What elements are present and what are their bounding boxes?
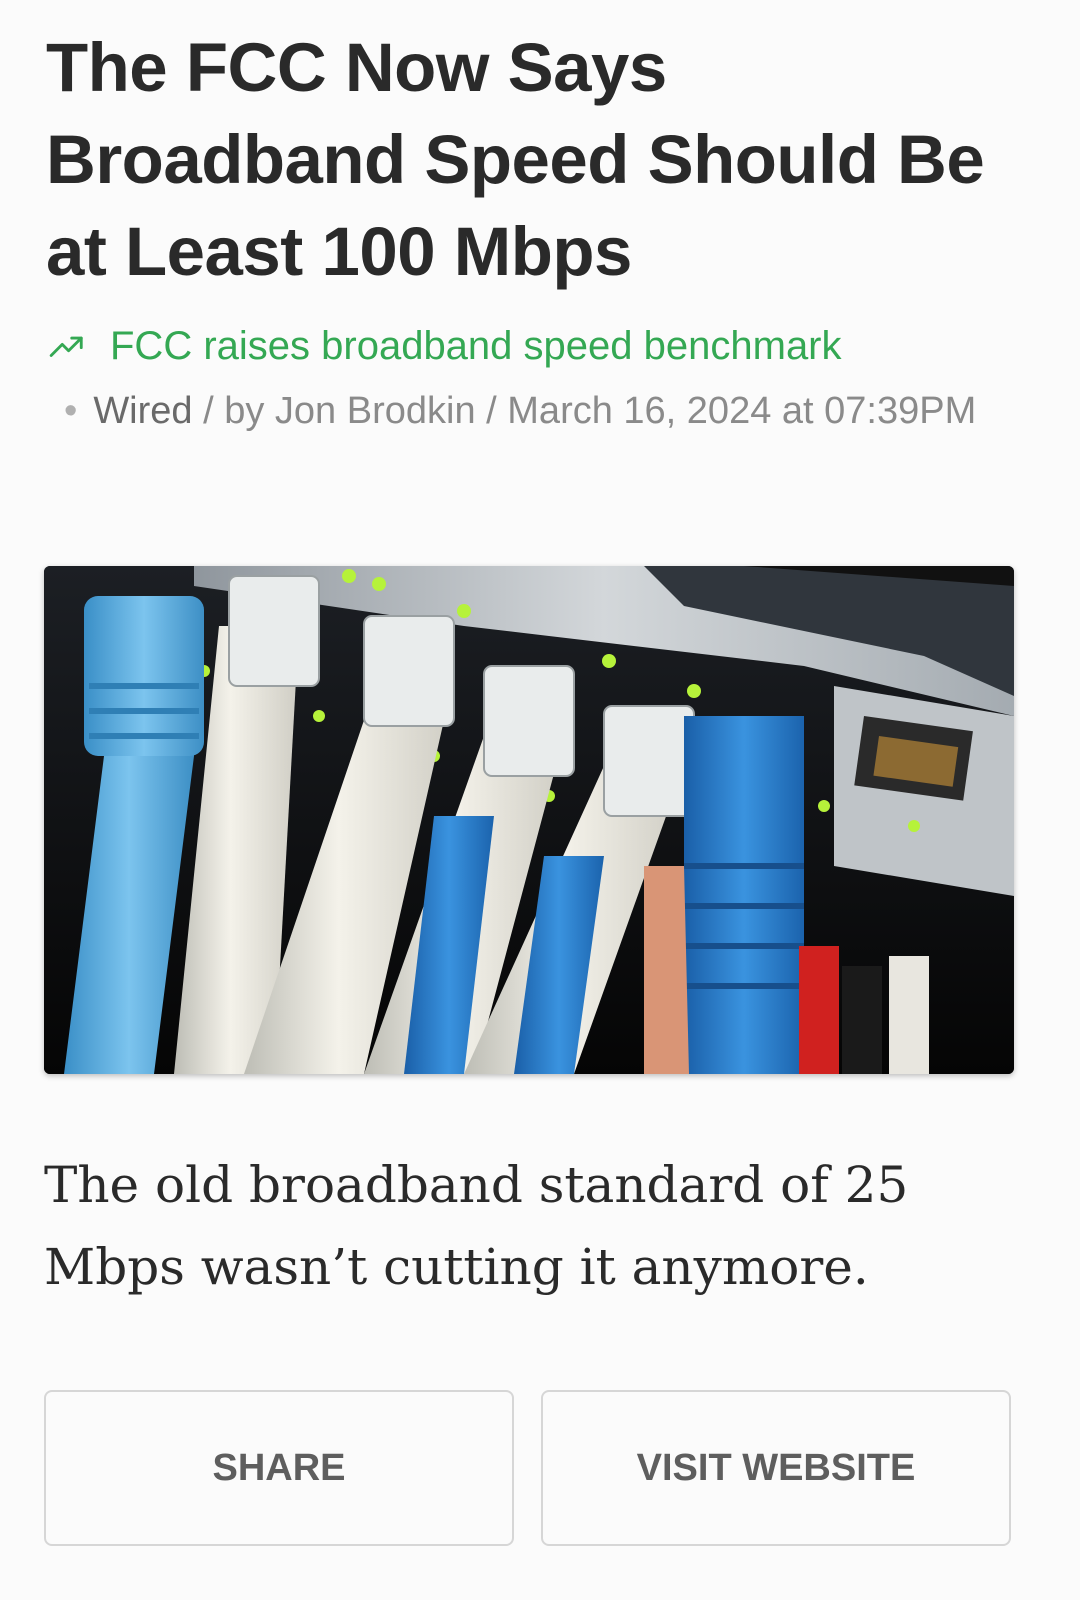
publish-date: March 16, 2024 at 07:39PM (507, 390, 977, 432)
article-headline: The FCC Now Says Broadband Speed Should … (46, 29, 985, 290)
date-prefix: / (475, 390, 508, 432)
author-name: Jon Brodkin (274, 390, 476, 432)
network-cables-illustration (44, 566, 1014, 1074)
topic-link[interactable]: FCC raises broadband speed benchmark (48, 322, 842, 370)
author-prefix: / by (192, 390, 275, 432)
article-meta: • Wired / by Jon Brodkin / March 16, 2024… (46, 380, 1026, 442)
visit-website-button[interactable]: VISIT WEBSITE (541, 1390, 1011, 1546)
meta-separator: • (64, 390, 78, 432)
article-hero-image (44, 566, 1014, 1074)
share-button[interactable]: SHARE (44, 1390, 514, 1546)
topic-label: FCC raises broadband speed benchmark (110, 324, 842, 368)
trending-up-icon (49, 336, 83, 357)
article-summary: The old broadband standard of 25 Mbps wa… (44, 1156, 909, 1296)
source-name: Wired (93, 390, 193, 432)
